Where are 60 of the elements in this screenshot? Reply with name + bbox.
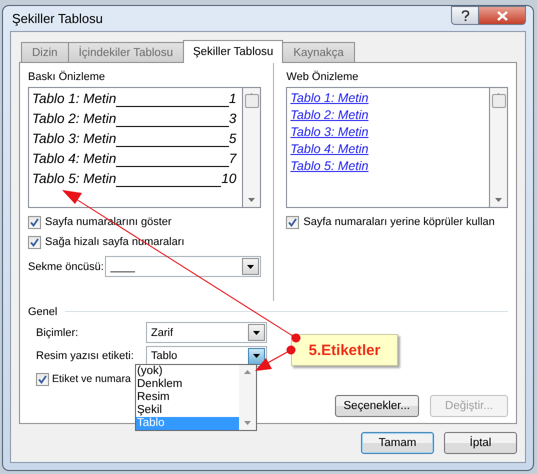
preview-link[interactable]: Tablo 4: Metin — [290, 142, 368, 156]
section-label: Baskı Önizleme — [28, 70, 106, 85]
dialog-button[interactable]: Tamam — [361, 432, 434, 454]
tab-leader-dropdown[interactable]: ____ — [105, 256, 262, 277]
dropdown-option[interactable]: Resim — [136, 391, 239, 404]
page-number: 10 — [221, 171, 236, 186]
tab[interactable]: Dizin — [21, 42, 69, 62]
close-button[interactable] — [479, 6, 526, 25]
field-label: Biçimler: — [36, 326, 80, 339]
scroll-thumb[interactable] — [492, 94, 506, 108]
scroll-down-icon[interactable] — [244, 421, 251, 425]
caret-icon — [247, 264, 254, 268]
preview-link[interactable]: Tablo 1: Metin — [290, 91, 368, 105]
dropdown-option[interactable]: Denklem — [136, 378, 239, 391]
tab[interactable]: Kaynakça — [282, 42, 355, 62]
scrollbar[interactable] — [243, 88, 260, 207]
caption-label-dropdown[interactable]: Tablo — [146, 346, 267, 367]
callout-label: 5.Etiketler — [291, 334, 398, 366]
page-number: 7 — [228, 151, 236, 166]
field-label: Resim yazısı etiketi: — [36, 350, 135, 362]
scroll-thumb[interactable] — [244, 94, 259, 108]
dropdown-option[interactable]: (yok) — [136, 365, 239, 378]
scroll-down-icon[interactable] — [495, 198, 502, 202]
field-label: Sekme öncüsü: — [28, 260, 104, 272]
dialog-button[interactable]: Seçenekler... — [334, 395, 419, 417]
tab[interactable]: Şekiller Tablosu — [182, 40, 284, 63]
scrollbar[interactable] — [239, 365, 256, 430]
scroll-up-icon[interactable] — [244, 370, 251, 374]
preview-link[interactable]: Tablo 5: Metin — [290, 159, 368, 173]
dialog-button[interactable]: İptal — [444, 432, 517, 454]
dropdown-option[interactable]: Şekil — [136, 404, 239, 417]
page-number: 3 — [228, 111, 236, 126]
checkbox[interactable] — [28, 216, 41, 228]
page-number: 1 — [228, 91, 236, 106]
checkbox[interactable] — [28, 236, 41, 248]
checkbox[interactable] — [36, 372, 49, 386]
checkbox[interactable] — [286, 216, 300, 228]
preview-entry: Tablo 1: Metin — [32, 91, 116, 106]
checkbox-label: Etiket ve numara — [52, 373, 131, 386]
formats-dropdown[interactable]: Zarif — [146, 322, 267, 344]
window-title: Şekiller Tablosu — [11, 11, 103, 26]
help-button[interactable] — [451, 6, 479, 25]
page-number: 5 — [228, 131, 236, 146]
caret-icon — [253, 354, 260, 358]
section-label: Genel — [28, 306, 58, 318]
preview-entry: Tablo 3: Metin — [32, 131, 116, 146]
preview-entry: Tablo 2: Metin — [32, 111, 116, 126]
preview-entry: Tablo 5: Metin — [32, 171, 116, 186]
preview-link[interactable]: Tablo 2: Metin — [290, 108, 368, 122]
scrollbar[interactable] — [490, 88, 507, 207]
annotation-arrow — [255, 346, 296, 371]
tab[interactable]: İçindekiler Tablosu — [68, 42, 184, 62]
preview-link[interactable]: Tablo 3: Metin — [290, 125, 368, 139]
close-icon — [496, 10, 508, 20]
help-icon — [460, 10, 470, 22]
section-label: Web Önizleme — [286, 70, 360, 85]
scroll-down-icon[interactable] — [248, 198, 256, 202]
caret-icon — [253, 330, 260, 335]
preview-entry: Tablo 4: Metin — [32, 151, 116, 166]
checkbox-label: Sayfa numaraları yerine köprüler kullan — [303, 216, 495, 228]
